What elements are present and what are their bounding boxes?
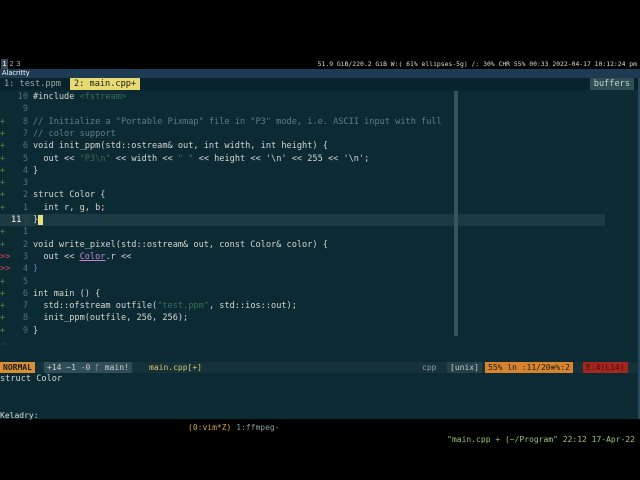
mode-indicator: NORMAL	[0, 362, 35, 373]
terminal-window[interactable]: 1: test.ppm 2: main.cpp+ buffers 10 #incl…	[0, 78, 640, 444]
line-number: 4	[22, 264, 28, 275]
window-title: Alacritty	[0, 69, 640, 78]
tab-test-ppm[interactable]: 1: test.ppm	[0, 78, 65, 90]
code-text: }	[33, 165, 39, 176]
line-number: 4	[22, 165, 28, 176]
line-number: 11	[9, 214, 30, 227]
code-text: }	[33, 264, 39, 275]
tmux-status-right: "main.cpp + (~/Program" 22:12 17-Apr-22	[447, 435, 635, 444]
file-type: cpp	[422, 363, 437, 372]
code-text: // color support	[33, 128, 116, 139]
code-text: out << "P3\n" << width << " " << height …	[33, 153, 370, 164]
cursor-position: 55% ln :11/20≡%:2	[485, 362, 573, 373]
tab-main-cpp[interactable]: 2: main.cpp+	[70, 78, 141, 90]
code-text: int r, g, b;	[33, 202, 106, 213]
line-number: 10	[17, 92, 28, 102]
line-number: 3	[22, 251, 28, 262]
tmux-statusbar: Keladry: (0:vim*Z) 1:ffmpeg- "main.cpp +…	[0, 398, 638, 444]
buffers-label: buffers	[589, 78, 634, 90]
code-text: std::ofstream outfile("test.ppm", std::i…	[33, 301, 297, 312]
line-number: 8	[22, 116, 28, 127]
workspace-switcher: 1 2 3	[1, 59, 22, 69]
code-text: struct Color {	[33, 190, 106, 201]
file-name: main.cpp[+]	[149, 363, 202, 372]
code-text: }	[33, 325, 39, 336]
git-status: +14 ~1 -0 ᚴ main!	[44, 362, 132, 373]
line-number: 5	[22, 276, 28, 287]
line-number: 7	[22, 301, 28, 312]
line-number: 7	[22, 128, 28, 139]
line-number: 5	[22, 153, 28, 164]
tmux-session-name: Keladry:	[0, 411, 39, 420]
code-text: }	[33, 214, 44, 226]
line-number: 8	[22, 313, 28, 324]
system-status-text: 51.9 GiB/220.2 GiB W:( 61% ellipses-5g) …	[317, 60, 637, 68]
tmux-window-list: (0:vim*Z) 1:ffmpeg-	[188, 422, 280, 434]
code-text: void write_pixel(std::ostream& out, cons…	[33, 239, 328, 250]
line-number: 6	[22, 288, 28, 299]
line-number: 1	[22, 227, 28, 238]
error-count-badge: E:4(L14)	[583, 362, 628, 373]
file-format: [unix]	[447, 362, 482, 373]
code-line[interactable]: 11}	[0, 214, 605, 227]
line-number: 3	[22, 178, 28, 189]
empty-buffer-marker: ~	[2, 340, 8, 350]
editor-scrollbar[interactable]	[454, 91, 458, 336]
text-cursor	[38, 214, 44, 225]
workspace-2-button[interactable]: 2	[8, 59, 15, 69]
command-line[interactable]: struct Color	[0, 374, 62, 385]
code-text: init_ppm(outfile, 256, 256);	[33, 313, 189, 324]
line-number: 1	[22, 202, 28, 213]
code-text: // Initialize a "Portable Pixmap" file i…	[33, 116, 442, 127]
line-number: 2	[22, 239, 28, 250]
tmux-window-ffmpeg[interactable]: 1:ffmpeg-	[236, 423, 279, 432]
line-number: 6	[22, 141, 28, 152]
vim-statusline: NORMAL +14 ~1 -0 ᚴ main! main.cpp[+] cpp…	[0, 362, 638, 373]
code-text: #include <fstream>	[33, 92, 127, 102]
line-number: 9	[22, 104, 28, 115]
workspace-3-button[interactable]: 3	[15, 59, 22, 69]
code-text: out << Color.r <<	[33, 251, 132, 262]
workspace-1-button[interactable]: 1	[1, 59, 8, 69]
line-number: 9	[22, 325, 28, 336]
window-manager-bar: 1 2 3 51.9 GiB/220.2 GiB W:( 61% ellipse…	[0, 59, 640, 69]
code-text: void init_ppm(std::ostream& out, int wid…	[33, 141, 328, 152]
line-number: 2	[22, 190, 28, 201]
tmux-window-vim[interactable]: (0:vim*Z)	[188, 423, 231, 432]
vim-tabline: 1: test.ppm 2: main.cpp+ buffers	[0, 78, 638, 90]
code-text: int main () {	[33, 288, 101, 299]
